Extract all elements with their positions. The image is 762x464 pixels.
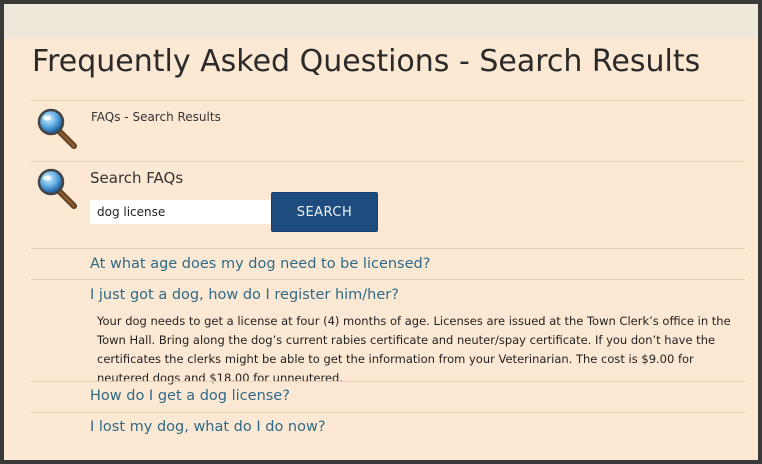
divider <box>31 100 745 101</box>
faq-answer: Your dog needs to get a license at four … <box>97 314 731 385</box>
top-band <box>4 4 758 38</box>
page-frame: Frequently Asked Questions - Search Resu… <box>4 4 758 460</box>
faq-question[interactable]: I just got a dog, how do I register him/… <box>90 287 399 303</box>
magnifier-icon <box>37 168 77 209</box>
search-button[interactable]: SEARCH <box>271 192 378 232</box>
divider <box>31 412 745 413</box>
divider <box>31 161 745 162</box>
search-label: Search FAQs <box>90 169 184 187</box>
magnifier-icon <box>37 108 77 149</box>
page-title: Frequently Asked Questions - Search Resu… <box>32 44 701 79</box>
divider <box>31 279 745 280</box>
divider <box>31 248 745 249</box>
divider <box>31 381 745 382</box>
faq-question[interactable]: How do I get a dog license? <box>90 388 290 404</box>
faq-question[interactable]: I lost my dog, what do I do now? <box>90 419 326 435</box>
search-input[interactable] <box>90 200 272 224</box>
breadcrumb: FAQs - Search Results <box>91 110 221 124</box>
faq-question[interactable]: At what age does my dog need to be licen… <box>90 256 430 272</box>
